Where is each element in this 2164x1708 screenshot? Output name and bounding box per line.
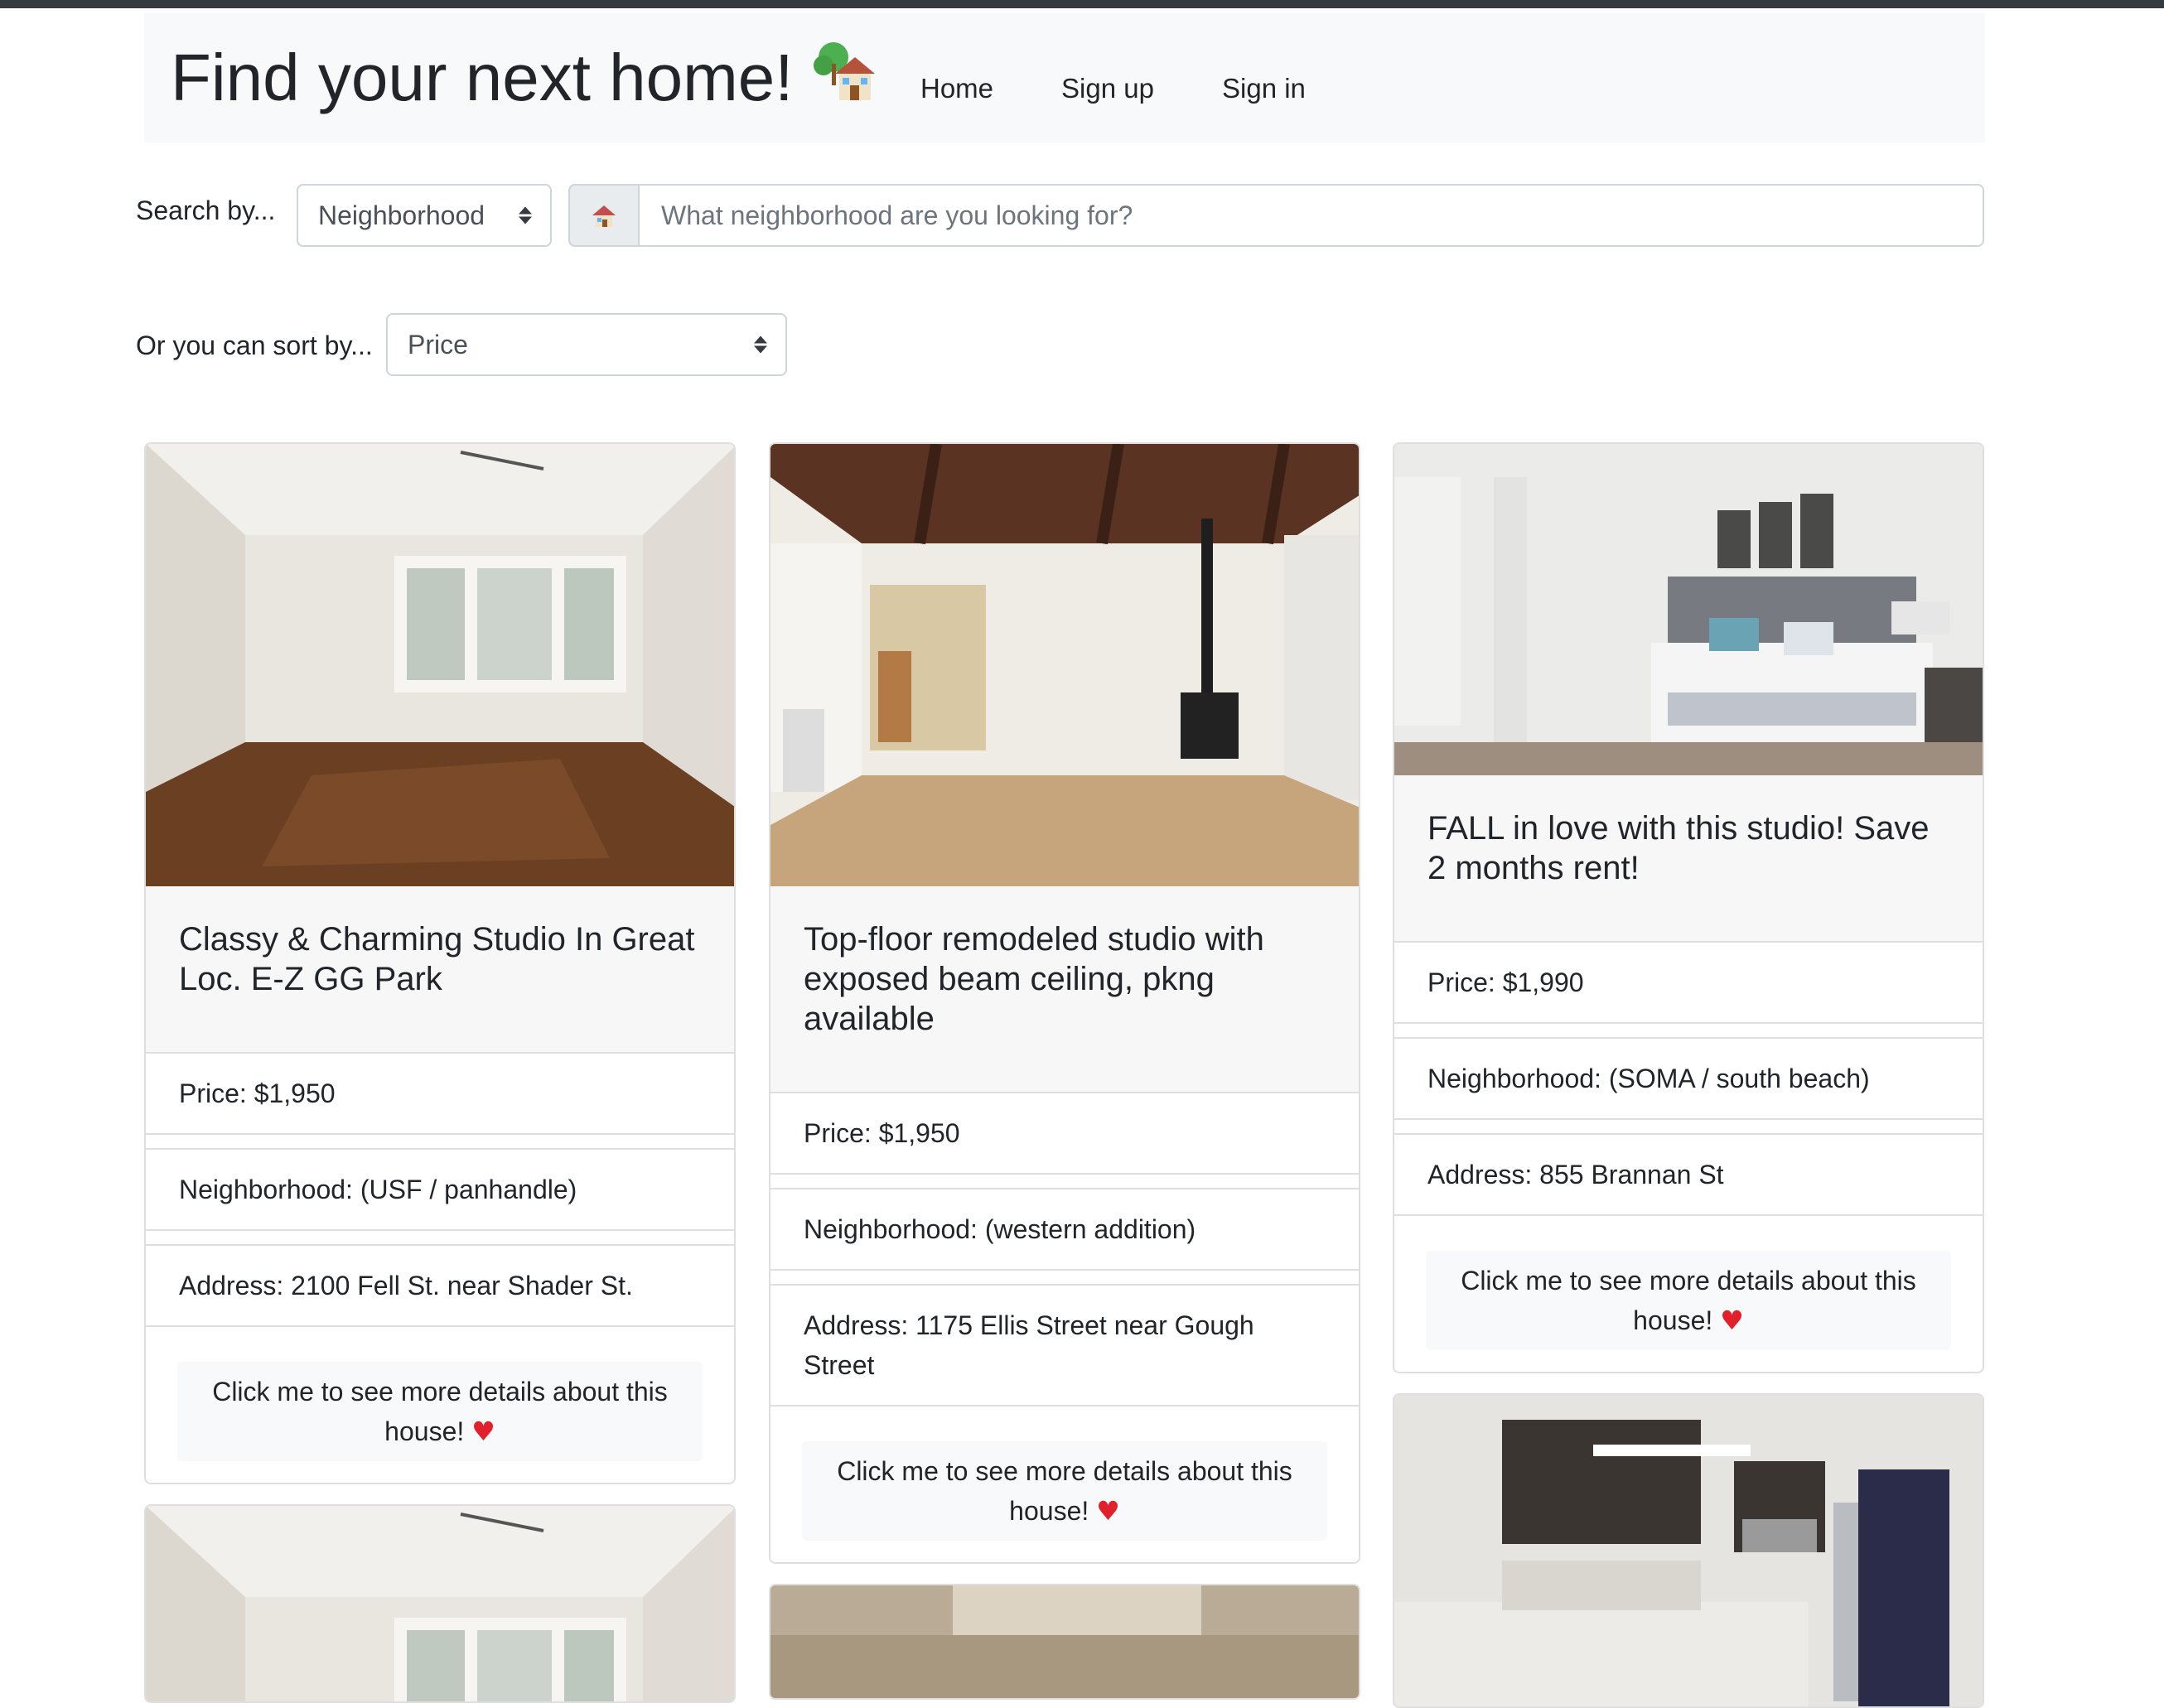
brand-text: Find your next home!	[171, 41, 794, 114]
listing-photo[interactable]	[146, 1506, 734, 1701]
search-field-select[interactable]: Neighborhood	[297, 184, 552, 247]
house-icon	[568, 184, 638, 247]
nav-signup-link[interactable]: Sign up	[1061, 73, 1154, 104]
details-button-label: Click me to see more details about this …	[837, 1456, 1292, 1526]
listing-photo[interactable]	[770, 444, 1359, 886]
listing-title: Top-floor remodeled studio with exposed …	[770, 886, 1359, 1092]
listing-photo[interactable]	[146, 444, 734, 886]
select-caret-icon	[519, 206, 532, 224]
nav-home-link[interactable]: Home	[920, 73, 993, 104]
select-caret-icon	[754, 335, 767, 354]
listing-price: Price: $1,950	[146, 1052, 734, 1135]
window-top-bar	[0, 0, 2164, 8]
details-button[interactable]: Click me to see more details about this …	[802, 1441, 1327, 1541]
heart-icon: ♥	[1720, 1305, 1744, 1336]
listing-price: Price: $1,950	[770, 1092, 1359, 1175]
details-button[interactable]: Click me to see more details about this …	[1426, 1251, 1951, 1350]
details-button-label: Click me to see more details about this …	[1461, 1266, 1916, 1335]
listing-card	[1393, 1393, 1984, 1708]
sort-by-label: Or you can sort by...	[136, 331, 373, 360]
house-with-garden-icon	[812, 42, 877, 114]
listing-photo[interactable]	[1394, 1395, 1983, 1706]
details-button[interactable]: Click me to see more details about this …	[177, 1362, 703, 1461]
heart-icon: ♥	[1096, 1495, 1120, 1527]
listing-neighborhood: Neighborhood: (SOMA / south beach)	[1394, 1037, 1983, 1120]
search-input-group	[568, 184, 1984, 247]
listing-neighborhood: Neighborhood: (western addition)	[770, 1188, 1359, 1271]
sort-select-value: Price	[408, 329, 468, 359]
listing-address: Address: 855 Brannan St	[1394, 1133, 1983, 1216]
details-button-label: Click me to see more details about this …	[212, 1377, 668, 1446]
navbar: Find your next home! Home Sign up Sign i…	[144, 13, 1985, 142]
search-field-select-value: Neighborhood	[318, 200, 485, 230]
listing-card	[144, 1504, 736, 1703]
heart-icon: ♥	[471, 1416, 495, 1447]
listing-card: FALL in love with this studio! Save 2 mo…	[1393, 442, 1984, 1373]
listing-address: Address: 2100 Fell St. near Shader St.	[146, 1244, 734, 1327]
listing-price: Price: $1,990	[1394, 941, 1983, 1024]
listing-photo[interactable]	[770, 1585, 1359, 1698]
search-by-label: Search by...	[136, 195, 276, 225]
listing-neighborhood: Neighborhood: (USF / panhandle)	[146, 1148, 734, 1231]
listing-address: Address: 1175 Ellis Street near Gough St…	[770, 1284, 1359, 1406]
brand-title[interactable]: Find your next home!	[171, 40, 877, 116]
listing-title: FALL in love with this studio! Save 2 mo…	[1394, 775, 1983, 941]
listing-title: Classy & Charming Studio In Great Loc. E…	[146, 886, 734, 1052]
listing-card	[769, 1584, 1360, 1700]
sort-select[interactable]: Price	[386, 313, 787, 376]
nav-signin-link[interactable]: Sign in	[1222, 73, 1306, 104]
listing-photo[interactable]	[1394, 444, 1983, 775]
listing-card: Top-floor remodeled studio with exposed …	[769, 442, 1360, 1564]
listing-card: Classy & Charming Studio In Great Loc. E…	[144, 442, 736, 1484]
search-input[interactable]	[638, 184, 1984, 247]
